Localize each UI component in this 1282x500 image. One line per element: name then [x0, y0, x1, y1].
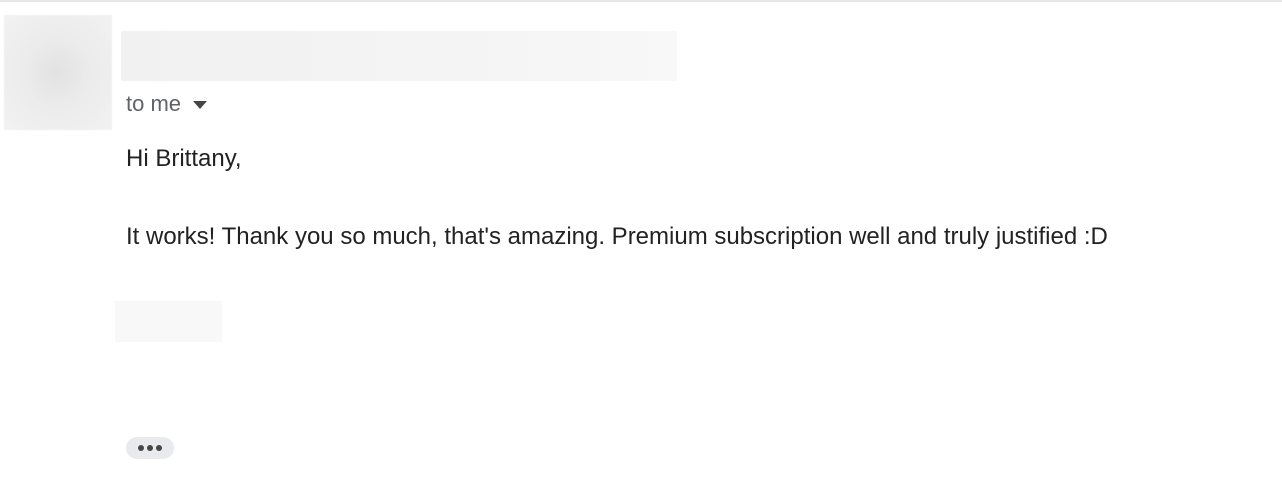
email-message: to me Hi Brittany, It works! Thank you s… — [0, 0, 1282, 500]
recipient-label: to me — [126, 91, 182, 116]
email-greeting: Hi Brittany, — [126, 145, 242, 172]
recipient-details-toggle[interactable]: to me — [126, 90, 208, 118]
chevron-down-icon[interactable] — [193, 101, 208, 109]
signature-redacted — [115, 301, 222, 342]
sender-name-redacted — [121, 31, 677, 81]
show-trimmed-content-button[interactable] — [126, 437, 174, 459]
avatar[interactable] — [4, 15, 112, 130]
more-horizontal-icon — [138, 445, 144, 451]
more-horizontal-icon — [147, 445, 153, 451]
more-horizontal-icon — [156, 445, 162, 451]
email-body: It works! Thank you so much, that's amaz… — [126, 223, 1108, 250]
